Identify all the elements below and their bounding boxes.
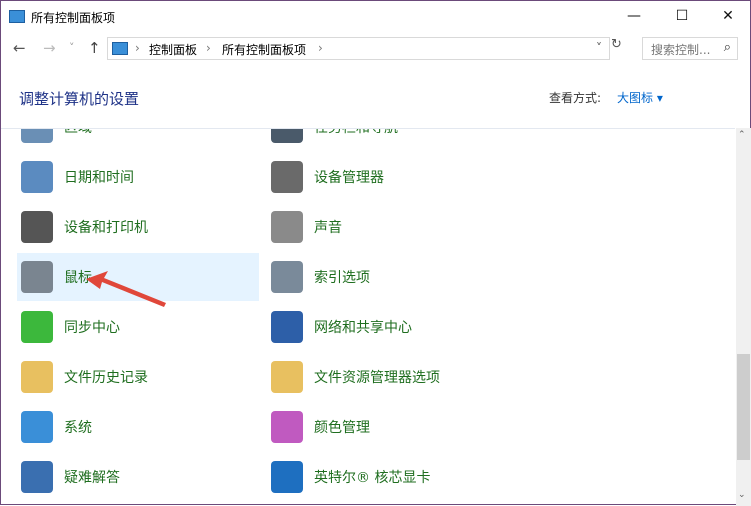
view-by-dropdown[interactable]: 大图标 ▾ <box>617 89 663 106</box>
close-button[interactable]: ✕ <box>705 1 751 31</box>
title-bar: 所有控制面板项 — ☐ ✕ <box>1 1 750 33</box>
item-icon <box>271 129 303 143</box>
control-panel-item[interactable]: 设备管理器 <box>267 153 509 201</box>
up-button[interactable]: ↑ <box>88 39 101 57</box>
item-icon <box>21 361 53 393</box>
scroll-down-button[interactable]: ⌄ <box>738 490 746 500</box>
item-icon <box>21 261 53 293</box>
item-icon <box>271 161 303 193</box>
items-list: 区域 任务栏和导航 日期和时间 设备管理器 设备和打印机 声音 鼠标 索引选项 同步中心 网络和共… <box>1 128 735 506</box>
address-bar[interactable]: › 控制面板 › 所有控制面板项 › ˅ <box>107 37 610 60</box>
control-panel-item[interactable]: 日期和时间 <box>17 153 259 201</box>
annotation-arrow <box>86 271 166 307</box>
item-label: 任务栏和导航 <box>314 128 398 136</box>
control-panel-item[interactable]: 系统 <box>17 403 259 451</box>
item-icon <box>21 129 53 143</box>
item-icon <box>21 161 53 193</box>
item-label: 网络和共享中心 <box>314 320 412 336</box>
item-icon <box>271 411 303 443</box>
item-icon <box>21 311 53 343</box>
item-icon <box>271 261 303 293</box>
search-input[interactable]: 搜索控制... ⌕ <box>642 37 738 60</box>
breadcrumb-all-items[interactable]: 所有控制面板项 <box>222 41 306 58</box>
scroll-up-button[interactable]: ⌃ <box>738 130 746 140</box>
back-button[interactable]: ← <box>13 39 26 57</box>
item-icon <box>271 311 303 343</box>
breadcrumb-separator: › <box>318 41 323 55</box>
item-icon <box>271 211 303 243</box>
search-placeholder: 搜索控制... <box>651 43 711 57</box>
item-label: 系统 <box>64 420 92 436</box>
navigation-bar: ← → ˅ ↑ › 控制面板 › 所有控制面板项 › ˅ <box>1 35 750 63</box>
breadcrumb-separator: › <box>206 41 211 55</box>
minimize-button[interactable]: — <box>611 1 657 31</box>
item-label: 区域 <box>64 128 92 136</box>
forward-button[interactable]: → <box>43 39 56 57</box>
control-panel-item[interactable]: 颜色管理 <box>267 403 509 451</box>
vertical-scrollbar[interactable]: ⌃ ⌄ <box>736 128 751 506</box>
control-panel-item[interactable]: 疑难解答 <box>17 453 259 501</box>
refresh-button[interactable]: ↻ <box>611 37 622 52</box>
item-label: 索引选项 <box>314 270 370 286</box>
item-icon <box>21 461 53 493</box>
control-panel-item[interactable]: 索引选项 <box>267 253 509 301</box>
item-label: 声音 <box>314 220 342 236</box>
control-panel-item[interactable]: 声音 <box>267 203 509 251</box>
view-by-label: 查看方式: <box>549 91 602 105</box>
control-panel-item[interactable]: 英特尔® 核芯显卡 <box>267 453 509 501</box>
window-title: 所有控制面板项 <box>31 11 116 25</box>
address-dropdown-button[interactable]: ˅ <box>596 41 602 55</box>
control-panel-item[interactable]: 网络和共享中心 <box>267 303 509 351</box>
scrollbar-thumb[interactable] <box>737 354 750 460</box>
control-panel-item[interactable]: 区域 <box>17 128 259 151</box>
control-panel-item[interactable]: 文件历史记录 <box>17 353 259 401</box>
control-panel-item[interactable]: 文件资源管理器选项 <box>267 353 509 401</box>
item-label: 设备和打印机 <box>64 220 148 236</box>
item-label: 设备管理器 <box>314 170 384 186</box>
item-icon <box>21 411 53 443</box>
control-panel-icon <box>112 42 128 55</box>
item-label: 同步中心 <box>64 320 120 336</box>
item-label: 颜色管理 <box>314 420 370 436</box>
item-icon <box>21 211 53 243</box>
item-label: 日期和时间 <box>64 170 134 186</box>
item-label: 疑难解答 <box>64 470 120 486</box>
control-panel-item[interactable]: 设备和打印机 <box>17 203 259 251</box>
breadcrumb-separator: › <box>135 41 140 55</box>
item-icon <box>271 461 303 493</box>
control-panel-item[interactable]: 任务栏和导航 <box>267 128 509 151</box>
control-panel-icon <box>9 10 25 23</box>
search-icon: ⌕ <box>723 40 731 55</box>
maximize-button[interactable]: ☐ <box>659 1 705 31</box>
item-label: 文件资源管理器选项 <box>314 370 440 386</box>
item-label: 文件历史记录 <box>64 370 148 386</box>
breadcrumb-control-panel[interactable]: 控制面板 <box>149 41 197 58</box>
recent-locations-button[interactable]: ˅ <box>69 41 75 54</box>
item-icon <box>271 361 303 393</box>
item-label: 英特尔® 核芯显卡 <box>314 470 431 486</box>
page-title: 调整计算机的设置 <box>19 90 140 108</box>
